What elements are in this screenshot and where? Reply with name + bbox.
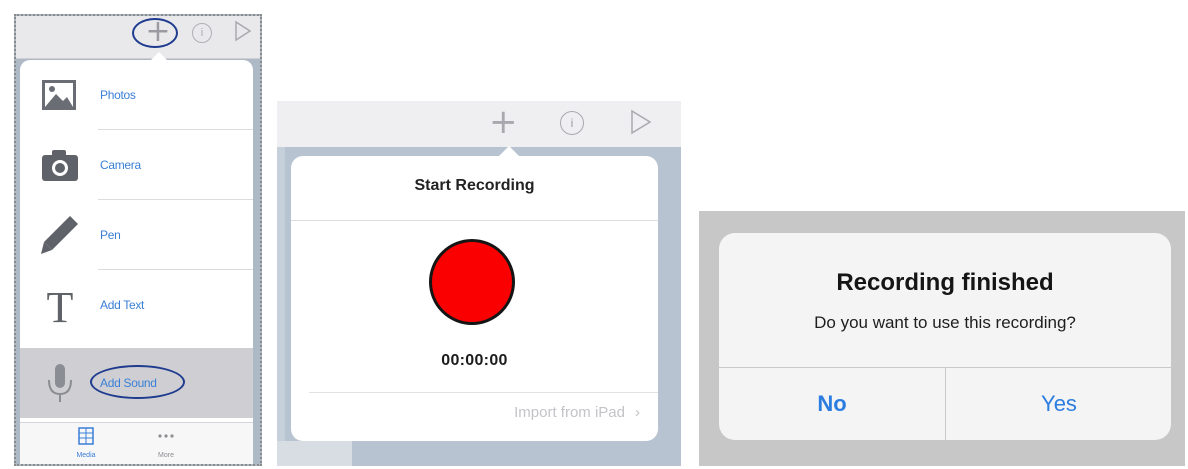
alert-title: Recording finished	[836, 269, 1054, 296]
menu-item-add-text[interactable]: T Add Text	[20, 270, 253, 340]
background-strip	[277, 147, 285, 466]
info-icon[interactable]: i	[192, 23, 212, 43]
svg-text:T: T	[47, 284, 74, 326]
yes-button[interactable]: Yes	[946, 368, 1171, 440]
start-recording-panel: + i Start Recording 00:00:00 Import from…	[277, 101, 681, 466]
recording-timer: 00:00:00	[441, 352, 508, 369]
more-dots-icon	[158, 434, 174, 438]
tab-label: More	[158, 452, 174, 459]
alert-dialog: Recording finished Do you want to use th…	[719, 233, 1171, 440]
tab-more[interactable]: More	[136, 427, 196, 459]
alert-message: Do you want to use this recording?	[814, 313, 1076, 332]
pen-icon	[41, 216, 78, 254]
play-icon[interactable]	[234, 20, 252, 42]
add-media-panel: + i Photos Camera Pen T Add Text Add Sou…	[14, 14, 262, 466]
top-toolbar: + i	[16, 16, 260, 59]
chevron-right-icon: ›	[635, 404, 640, 421]
menu-item-pen[interactable]: Pen	[20, 200, 253, 270]
menu-item-label: Camera	[100, 158, 141, 172]
tab-label: Media	[76, 452, 96, 459]
top-toolbar: + i	[277, 101, 681, 147]
text-icon: T	[47, 284, 74, 326]
highlight-oval-plus	[132, 18, 178, 48]
tab-media[interactable]: Media	[56, 427, 116, 459]
menu-item-camera[interactable]: Camera	[20, 130, 253, 200]
microphone-icon	[48, 364, 72, 402]
photos-icon	[42, 80, 76, 110]
camera-icon	[42, 150, 78, 181]
popover-title: Start Recording	[414, 177, 535, 194]
media-grid-icon	[78, 427, 94, 445]
add-menu-sheet: Photos Camera Pen T Add Text Add Sound M…	[20, 60, 253, 464]
bottom-tab-bar: Media More	[20, 422, 253, 464]
background-strip	[277, 441, 352, 466]
no-button[interactable]: No	[719, 368, 945, 440]
menu-item-label: Add Sound	[100, 376, 157, 390]
menu-item-label: Pen	[100, 228, 121, 242]
divider	[309, 392, 658, 393]
recording-popover: Start Recording 00:00:00 Import from iPa…	[291, 156, 658, 441]
recording-finished-panel: Recording finished Do you want to use th…	[699, 211, 1185, 466]
import-label: Import from iPad	[514, 404, 625, 421]
record-button[interactable]	[429, 239, 515, 325]
popover-arrow	[499, 146, 519, 156]
plus-icon[interactable]: +	[489, 103, 518, 141]
divider	[291, 220, 658, 221]
menu-item-label: Add Text	[100, 298, 145, 312]
menu-item-photos[interactable]: Photos	[20, 60, 253, 130]
menu-item-add-sound[interactable]: Add Sound	[20, 348, 253, 418]
play-icon[interactable]	[629, 109, 653, 135]
info-icon[interactable]: i	[560, 111, 584, 135]
import-from-ipad-link[interactable]: Import from iPad ›	[514, 404, 640, 421]
menu-item-label: Photos	[100, 88, 136, 102]
